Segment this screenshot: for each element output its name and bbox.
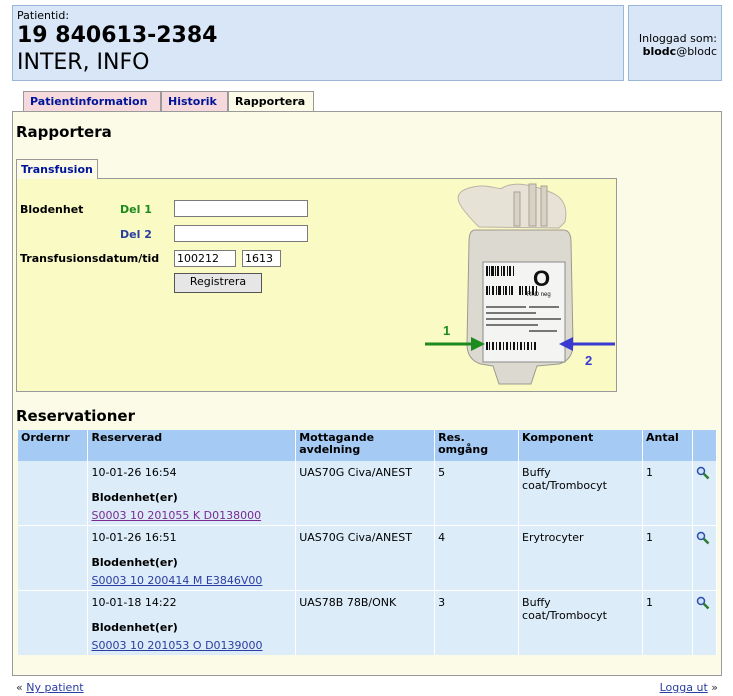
registrera-button[interactable]: Registrera <box>174 273 262 293</box>
reserverad-cell: 10-01-26 16:54 Blodenhet(er) S0003 10 20… <box>87 461 297 526</box>
main-panel: Rapportera Transfusion Blodenhet Del 1 D… <box>12 111 722 676</box>
col-res-omgang: Res. omgång <box>434 430 520 461</box>
antal-cell: 1 <box>642 461 693 526</box>
del1-input[interactable] <box>174 200 308 217</box>
antal-cell: 1 <box>642 525 693 591</box>
table-header-row: Ordernr Reserverad Mottagande avdelning R… <box>18 430 718 461</box>
ordernr-cell <box>18 461 89 526</box>
rh-text: RhD neg <box>527 292 551 298</box>
footer-right: Logga ut » <box>659 681 718 694</box>
date-input[interactable] <box>174 250 236 267</box>
col-reserverad: Reserverad <box>87 430 297 461</box>
new-patient-link[interactable]: Ny patient <box>26 681 83 694</box>
blood-bag-image: O RhD neg 1 2 <box>425 183 615 385</box>
omgang-cell: 4 <box>434 525 520 591</box>
login-user: blodc@blodc <box>642 45 717 58</box>
ordernr-cell <box>18 525 89 591</box>
del2-input[interactable] <box>174 225 308 242</box>
arrow-1-label: 1 <box>443 323 450 338</box>
logout-link[interactable]: Logga ut <box>660 681 708 694</box>
del1-label: Del 1 <box>120 203 152 216</box>
login-box: Inloggad som: blodc@blodc <box>628 5 722 81</box>
del2-label: Del 2 <box>120 228 152 241</box>
antal-cell: 1 <box>642 590 693 655</box>
magnifier-icon[interactable] <box>696 596 710 610</box>
arrow-2-label: 2 <box>585 353 592 368</box>
action-cell <box>692 461 718 526</box>
page-title: Rapportera <box>16 123 112 141</box>
col-ordernr: Ordernr <box>18 430 89 461</box>
magnifier-icon[interactable] <box>696 466 710 480</box>
ordernr-cell <box>18 590 89 655</box>
tab-patientinformation[interactable]: Patientinformation <box>23 91 161 112</box>
action-cell <box>692 525 718 591</box>
avdelning-cell: UAS70G Civa/ANEST <box>295 461 436 526</box>
komponent-cell: Buffy coat/Trombocyt <box>518 590 643 655</box>
tab-historik[interactable]: Historik <box>161 91 228 112</box>
patient-id: 19 840613-2384 <box>17 23 218 48</box>
reserverad-cell: 10-01-26 16:51 Blodenhet(er) S0003 10 20… <box>87 525 297 591</box>
patient-name: INTER, INFO <box>17 50 150 75</box>
action-cell <box>692 590 718 655</box>
patient-id-label: Patientid: <box>17 9 70 22</box>
col-mottagande: Mottagande avdelning <box>295 430 436 461</box>
reservations-title: Reservationer <box>16 407 135 425</box>
blodenhet-label: Blodenhet(er) <box>91 556 178 569</box>
col-action <box>692 430 718 461</box>
blodenhet-link[interactable]: S0003 10 200414 M E3846V00 <box>91 574 292 587</box>
table-row: 10-01-26 16:54 Blodenhet(er) S0003 10 20… <box>18 461 718 526</box>
login-label: Inloggad som: <box>638 32 717 45</box>
omgang-cell: 5 <box>434 461 520 526</box>
komponent-cell: Erytrocyter <box>518 525 643 591</box>
blood-group-text: O <box>533 266 550 291</box>
transfusion-form: Blodenhet Del 1 Del 2 Transfusionsdatum/… <box>16 178 617 392</box>
avdelning-cell: UAS78B 78B/ONK <box>295 590 436 655</box>
time-input[interactable] <box>242 250 281 267</box>
blodenhet-label: Blodenhet <box>20 203 84 216</box>
tab-rapportera[interactable]: Rapportera <box>228 91 314 113</box>
patient-header: Patientid: 19 840613-2384 INTER, INFO <box>12 5 624 81</box>
datetime-label: Transfusionsdatum/tid <box>20 252 160 265</box>
blodenhet-label: Blodenhet(er) <box>91 491 178 504</box>
komponent-cell: Buffy coat/Trombocyt <box>518 461 643 526</box>
table-row: 10-01-26 16:51 Blodenhet(er) S0003 10 20… <box>18 525 718 591</box>
reservations-table: Ordernr Reserverad Mottagande avdelning R… <box>18 430 718 655</box>
tab-transfusion[interactable]: Transfusion <box>16 159 98 179</box>
avdelning-cell: UAS70G Civa/ANEST <box>295 525 436 591</box>
blodenhet-link[interactable]: S0003 10 201055 K D0138000 <box>91 509 292 522</box>
blodenhet-link[interactable]: S0003 10 201053 O D0139000 <box>91 639 292 652</box>
blodenhet-label: Blodenhet(er) <box>91 621 178 634</box>
footer-left: « Ny patient <box>16 681 84 694</box>
col-komponent: Komponent <box>518 430 643 461</box>
table-row: 10-01-18 14:22 Blodenhet(er) S0003 10 20… <box>18 590 718 655</box>
reserverad-cell: 10-01-18 14:22 Blodenhet(er) S0003 10 20… <box>87 590 297 655</box>
magnifier-icon[interactable] <box>696 531 710 545</box>
omgang-cell: 3 <box>434 590 520 655</box>
col-antal: Antal <box>642 430 693 461</box>
